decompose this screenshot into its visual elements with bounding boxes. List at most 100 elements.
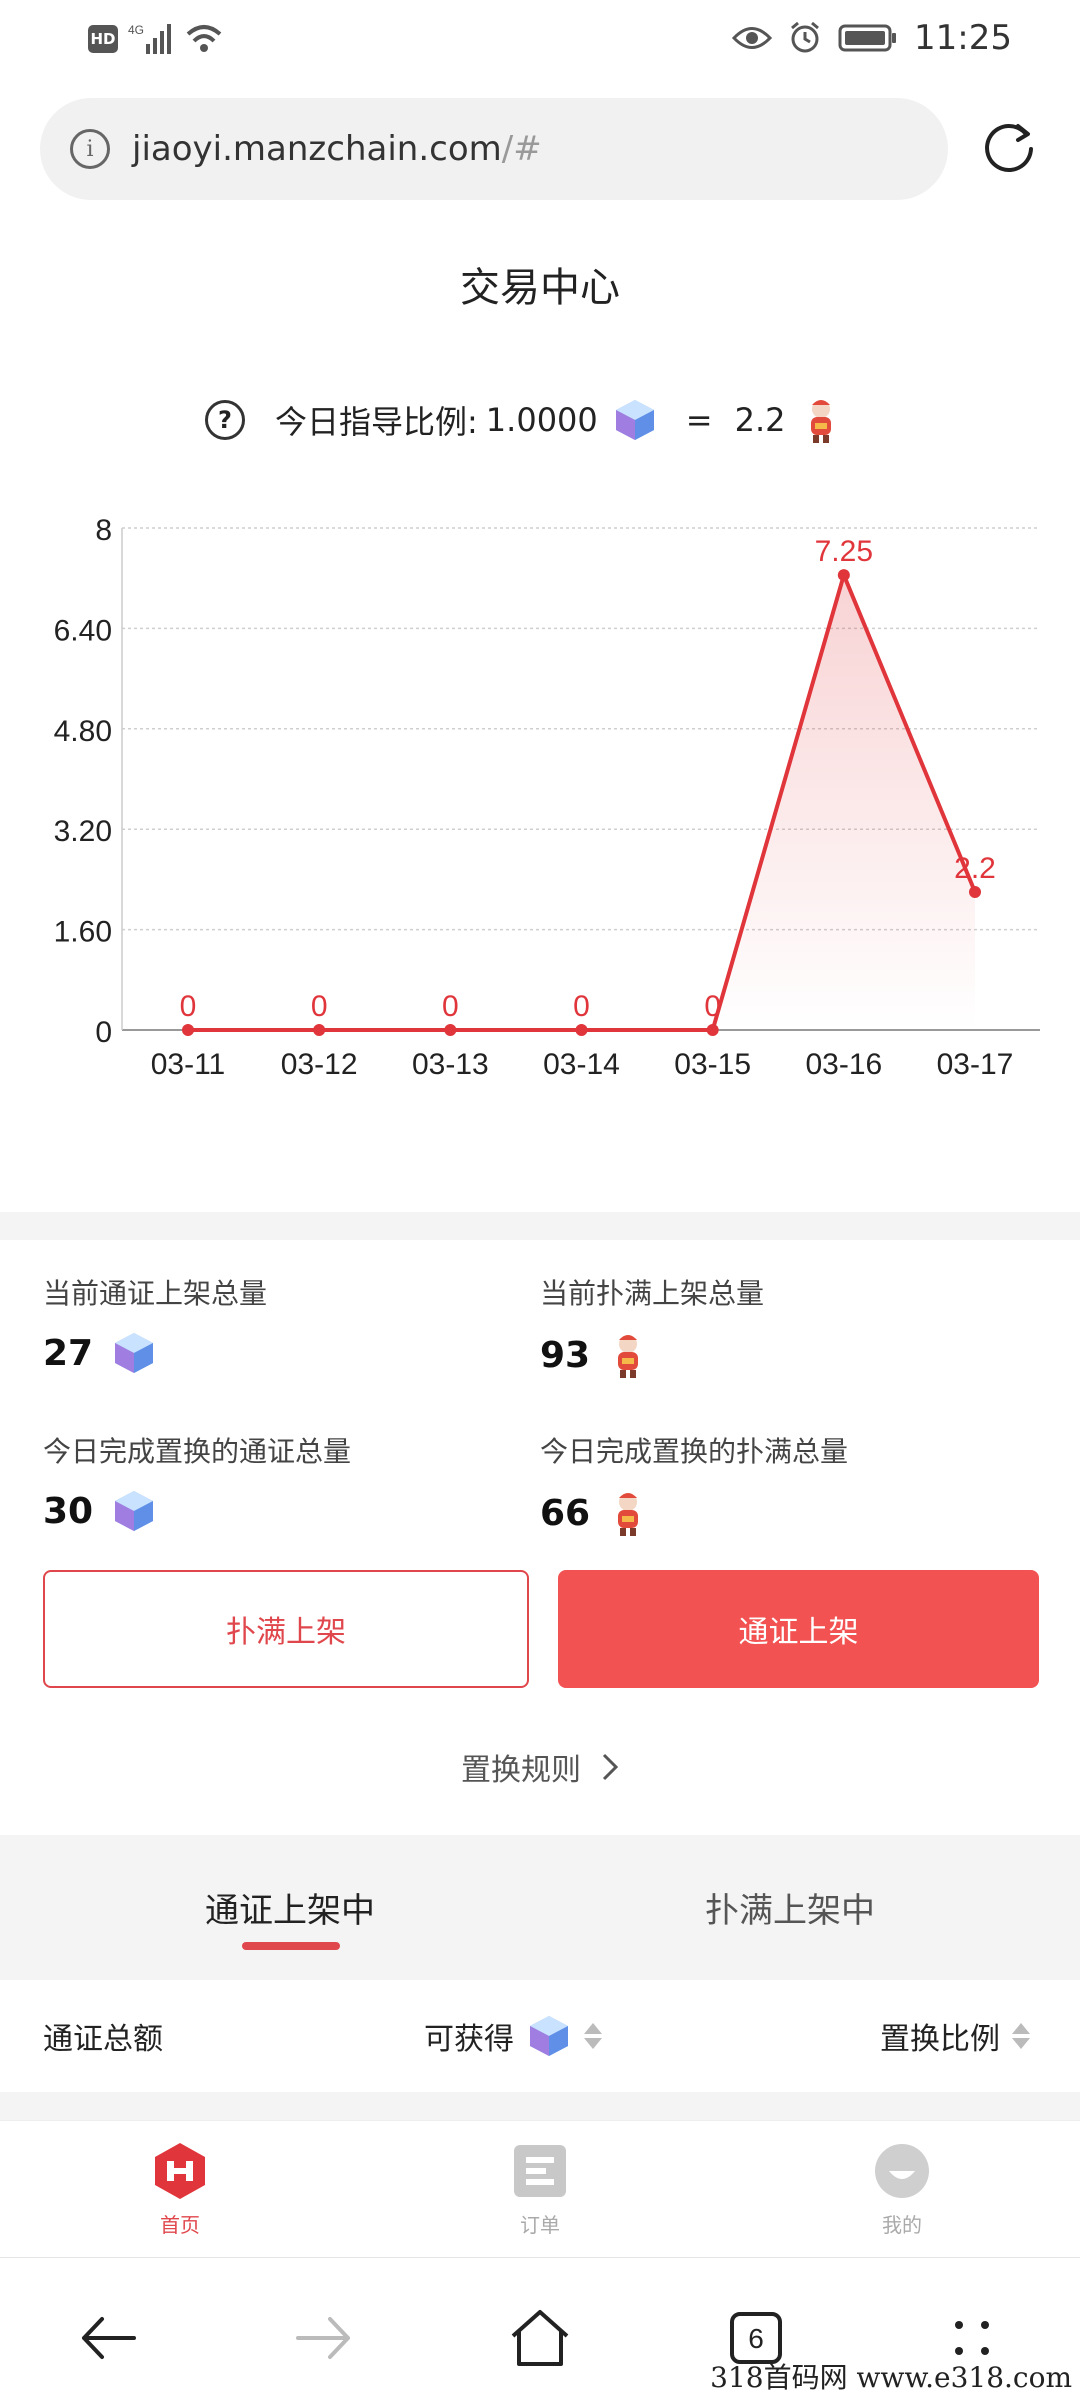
stat-value: 66 xyxy=(540,1492,591,1534)
ratio-label: 今日指导比例: xyxy=(275,403,478,441)
data-point xyxy=(444,1024,457,1036)
status-right: 11:25 xyxy=(732,18,1012,58)
y-tick-label: 3.20 xyxy=(54,815,112,848)
alarm-icon xyxy=(791,21,819,53)
x-tick-label: 03-11 xyxy=(151,1048,226,1081)
profile-icon xyxy=(875,2144,929,2198)
nav-orders[interactable]: 订单 xyxy=(480,2141,600,2238)
house-icon xyxy=(511,2310,569,2366)
home-icon xyxy=(155,2143,205,2199)
data-label: 0 xyxy=(311,990,328,1023)
orders-icon xyxy=(514,2145,566,2197)
y-tick-label: 6.40 xyxy=(54,614,112,647)
home-button[interactable] xyxy=(500,2298,580,2378)
x-tick-label: 03-15 xyxy=(674,1048,751,1081)
col-token-total: 通证总额 xyxy=(43,2022,163,2057)
tab-token-listing[interactable]: 通证上架中 xyxy=(0,1835,580,1980)
section-divider xyxy=(0,1212,1080,1240)
stat-puman-listed: 当前扑满上架总量 93 xyxy=(540,1272,764,1380)
data-label: 0 xyxy=(704,990,721,1023)
gem-icon xyxy=(530,2016,568,2056)
nav-home-label: 首页 xyxy=(160,2213,200,2237)
stat-value: 30 xyxy=(43,1490,94,1532)
col-ratio-sort[interactable]: 置换比例 xyxy=(880,1980,1030,2092)
clock-time: 11:25 xyxy=(914,18,1012,58)
ratio-equals: = xyxy=(685,401,713,439)
x-tick-label: 03-16 xyxy=(805,1048,882,1081)
stat-label: 当前扑满上架总量 xyxy=(540,1277,765,1310)
col-obtainable-sort[interactable]: 可获得 xyxy=(424,1980,602,2092)
stat-value: 27 xyxy=(43,1332,94,1374)
x-tick-label: 03-14 xyxy=(543,1048,620,1081)
page-title: 交易中心 xyxy=(460,265,620,311)
x-tick-label: 03-13 xyxy=(412,1048,489,1081)
nav-home[interactable]: 首页 xyxy=(120,2141,240,2238)
active-tab-indicator xyxy=(242,1942,340,1950)
data-label: 2.2 xyxy=(954,852,996,885)
sort-icon[interactable] xyxy=(1012,2023,1030,2049)
y-tick-label: 8 xyxy=(95,514,112,547)
chevron-right-icon xyxy=(602,1753,619,1781)
list-header: 通证总额 可获得 置换比例 xyxy=(0,1980,1080,2092)
series-area xyxy=(188,575,975,1030)
exchange-rules-link[interactable]: 置换规则 xyxy=(0,1745,1080,1789)
hd-badge: HD xyxy=(88,25,118,53)
gem-icon xyxy=(115,1333,154,1373)
help-icon[interactable]: ? xyxy=(205,400,245,440)
x-tick-label: 03-17 xyxy=(937,1048,1014,1081)
y-tick-label: 0 xyxy=(95,1016,112,1049)
data-label: 0 xyxy=(573,990,590,1023)
data-point xyxy=(182,1024,194,1036)
eye-icon xyxy=(732,27,773,49)
listing-tabs: 通证上架中 扑满上架中 xyxy=(0,1835,1080,1980)
price-chart: 0 1.60 3.20 4.80 6.40 8 0 0 0 0 0 7.25 2.2 03-11 03-12… xyxy=(0,500,1080,1100)
chart-svg: 0 1.60 3.20 4.80 6.40 8 0 0 0 0 0 7.25 2.2 03-11 03-12… xyxy=(54,514,1040,1081)
data-point xyxy=(313,1024,326,1036)
watermark: 318首码网 www.e318.com xyxy=(710,2361,1072,2394)
status-left: HD 4G xyxy=(88,22,224,56)
guide-ratio: ? 今日指导比例: 1.0000 = 2.2 xyxy=(205,390,841,450)
sort-icon[interactable] xyxy=(584,2023,602,2049)
svg-text:4G: 4G xyxy=(128,23,144,37)
nav-mine[interactable]: 我的 xyxy=(842,2141,962,2238)
stat-label: 今日完成置换的扑满总量 xyxy=(540,1435,849,1468)
nav-mine-label: 我的 xyxy=(882,2213,922,2237)
data-point xyxy=(575,1024,588,1036)
info-icon[interactable]: i xyxy=(70,129,110,169)
reload-icon[interactable] xyxy=(978,118,1040,180)
stat-label: 今日完成置换的通证总量 xyxy=(43,1435,352,1468)
data-label: 7.25 xyxy=(815,535,873,568)
data-point xyxy=(706,1024,719,1036)
y-tick-label: 4.80 xyxy=(54,715,112,748)
stat-puman-exchanged-today: 今日完成置换的扑满总量 66 xyxy=(540,1430,848,1538)
stat-label: 当前通证上架总量 xyxy=(43,1277,268,1310)
figure-icon xyxy=(618,1493,639,1536)
data-point xyxy=(969,885,981,898)
stat-token-exchanged-today: 今日完成置换的通证总量 30 xyxy=(43,1430,351,1534)
wifi-icon xyxy=(186,25,222,52)
url-bar[interactable]: i jiaoyi.manzchain.com/# xyxy=(40,98,948,200)
x-tick-label: 03-12 xyxy=(281,1048,358,1081)
url-text[interactable]: jiaoyi.manzchain.com/# xyxy=(132,129,542,169)
data-label: 0 xyxy=(180,990,197,1023)
stat-value: 93 xyxy=(540,1334,591,1376)
nav-orders-label: 订单 xyxy=(520,2213,560,2237)
gem-icon xyxy=(115,1491,154,1531)
data-label: 0 xyxy=(442,990,459,1023)
back-button[interactable] xyxy=(68,2298,148,2378)
back-arrow-icon xyxy=(82,2317,136,2359)
gem-icon xyxy=(615,400,654,440)
bottom-nav: 首页 订单 我的 xyxy=(0,2120,1080,2258)
figure-icon xyxy=(618,1335,639,1378)
ratio-left-value: 1.0000 xyxy=(485,401,598,439)
battery-icon xyxy=(838,24,897,52)
list-token-button[interactable]: 通证上架 xyxy=(558,1570,1039,1688)
forward-button[interactable] xyxy=(284,2298,364,2378)
status-bar: HD 4G 11:25 xyxy=(0,0,1080,80)
y-tick-label: 1.60 xyxy=(54,916,112,949)
data-point xyxy=(837,569,850,582)
tab-puman-listing[interactable]: 扑满上架中 xyxy=(500,1835,1080,1980)
forward-arrow-icon xyxy=(296,2317,350,2359)
figure-icon xyxy=(811,400,832,443)
list-puman-button[interactable]: 扑满上架 xyxy=(43,1570,529,1688)
